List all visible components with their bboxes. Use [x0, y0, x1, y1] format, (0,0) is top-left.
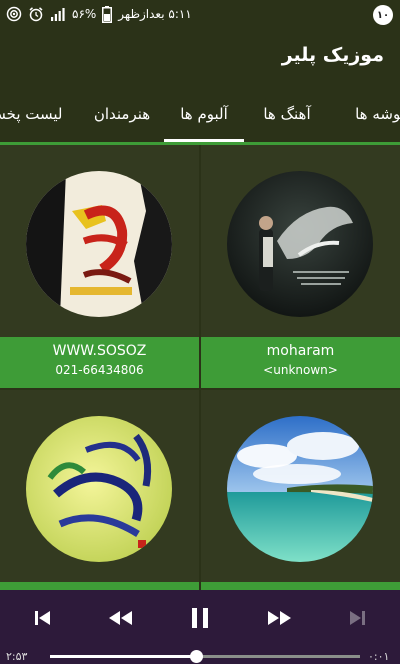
- rewind-icon: [109, 611, 132, 625]
- battery-icon: [102, 5, 113, 23]
- alarm-icon: [29, 7, 43, 22]
- calligraphy-cover-art: [26, 171, 172, 317]
- album-artist: 021-66434806: [55, 363, 144, 377]
- album-card-calligraphy[interactable]: [0, 390, 199, 590]
- notification-badge: ۱۰: [373, 5, 393, 25]
- tab-albums-label: آلبوم ها: [180, 105, 228, 123]
- skip-previous-icon: [35, 611, 50, 625]
- pause-icon: [192, 608, 208, 628]
- album-grid: moharam <unknown> WWW.SOSOZ 021-66434806: [0, 145, 400, 590]
- status-bar: ۵۶% ۵:۱۱ بعدازظهر ۱۰: [0, 0, 400, 28]
- elapsed-time: ۰:۰۱: [368, 650, 390, 663]
- app-bar: موزیک پلیر: [0, 28, 400, 86]
- tab-songs[interactable]: آهنگ ها: [244, 86, 330, 142]
- tab-folders[interactable]: پوشه ها: [330, 86, 400, 142]
- wireless-icon: [6, 6, 22, 22]
- status-icons: ۵۶% ۵:۱۱ بعدازظهر: [6, 0, 192, 28]
- album-card-moharam[interactable]: moharam <unknown>: [201, 145, 400, 388]
- page-title: موزیک پلیر: [281, 44, 384, 66]
- pause-button[interactable]: [186, 602, 214, 634]
- skip-next-button[interactable]: [344, 602, 370, 634]
- album-title: WWW.SOSOZ: [52, 343, 147, 359]
- album-title: moharam: [266, 343, 335, 359]
- moharam-cover-art: [227, 171, 373, 317]
- album-artist: <unknown>: [263, 363, 338, 377]
- tab-playlists[interactable]: لیست پخش: [0, 86, 80, 142]
- album-info: moharam <unknown>: [201, 337, 400, 388]
- fast-forward-button[interactable]: [264, 602, 296, 634]
- signal-icon: [51, 8, 65, 21]
- tab-folders-label: پوشه ها: [355, 105, 400, 123]
- clock: ۵:۱۱ بعدازظهر: [118, 7, 192, 21]
- tab-artists[interactable]: هنرمندان: [80, 86, 164, 142]
- skip-next-icon: [350, 611, 365, 625]
- skip-previous-button[interactable]: [30, 602, 56, 634]
- fast-forward-icon: [268, 611, 291, 625]
- tab-artists-label: هنرمندان: [93, 105, 151, 123]
- tab-albums[interactable]: آلبوم ها: [164, 86, 244, 142]
- tab-playlists-label: لیست پخش: [0, 105, 63, 123]
- notification-area: ۱۰: [373, 5, 393, 25]
- total-time: ۲:۵۳: [6, 650, 28, 663]
- tab-songs-label: آهنگ ها: [263, 105, 311, 123]
- album-card-beach[interactable]: [201, 390, 400, 590]
- album-card-sosoz[interactable]: WWW.SOSOZ 021-66434806: [0, 145, 199, 388]
- seek-thumb[interactable]: [189, 650, 203, 663]
- battery-percent: ۵۶%: [72, 7, 97, 21]
- album-info: [201, 582, 400, 590]
- tab-strip: پوشه ها آهنگ ها آلبوم ها هنرمندان لیست پ…: [0, 86, 400, 142]
- seek-progress: [50, 655, 196, 658]
- album-info: [0, 582, 199, 590]
- album-info: WWW.SOSOZ 021-66434806: [0, 337, 199, 388]
- rewind-button[interactable]: [104, 602, 136, 634]
- seek-bar[interactable]: [50, 650, 360, 663]
- beach-cover-art: [227, 416, 373, 562]
- green-calligraphy-cover-art: [26, 416, 172, 562]
